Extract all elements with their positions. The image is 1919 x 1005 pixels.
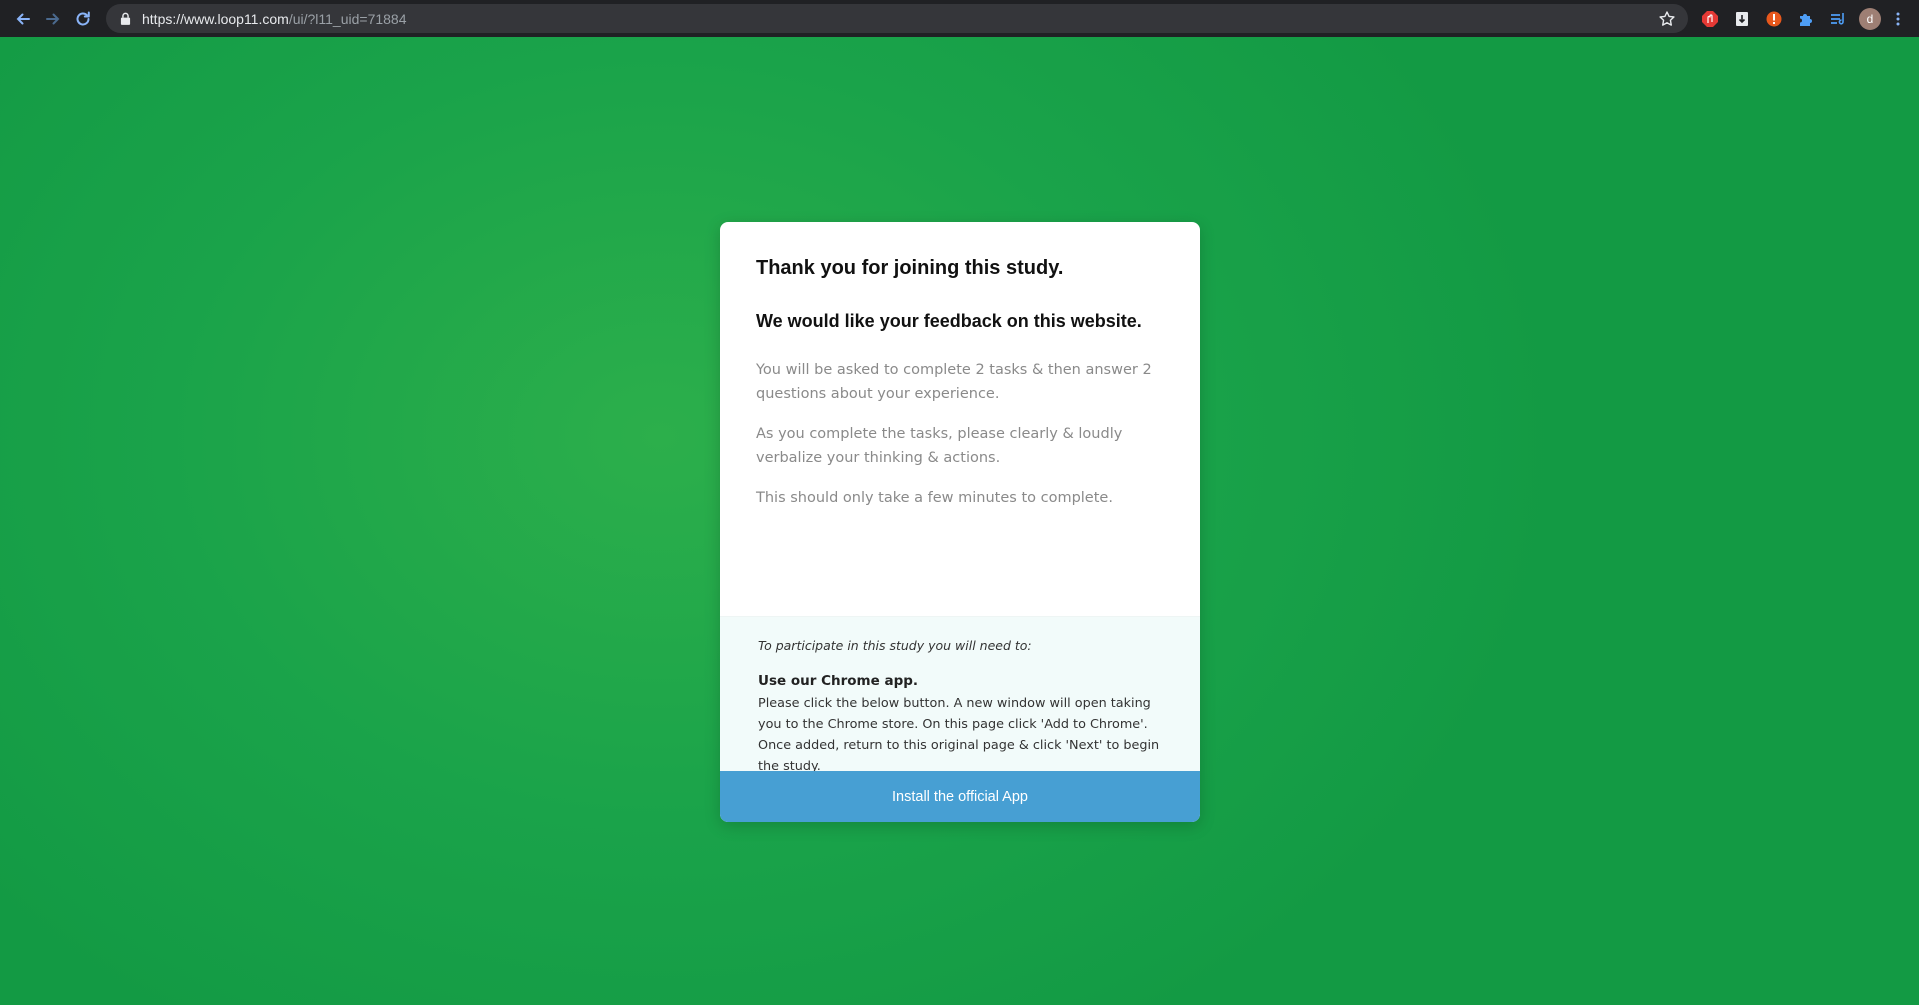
- back-button[interactable]: [8, 4, 38, 34]
- reload-icon: [76, 11, 90, 25]
- requirements-title: Use our Chrome app.: [758, 673, 919, 689]
- more-vert-icon: [1896, 12, 1900, 25]
- address-bar[interactable]: https://www.loop11.com/ui/?l11_uid=71884: [106, 4, 1688, 33]
- instruction-paragraph: This should only take a few minutes to c…: [756, 490, 1113, 506]
- menu-button[interactable]: [1886, 3, 1910, 35]
- reload-button[interactable]: [68, 4, 98, 34]
- url-path: /ui/?l11_uid=71884: [288, 10, 407, 27]
- arrow-left-icon: [16, 13, 30, 24]
- profile-button[interactable]: d: [1854, 3, 1886, 35]
- url-text: https://www.loop11.com/ui/?l11_uid=71884: [142, 11, 407, 27]
- instruction-paragraph: You will be asked to complete 2 tasks & …: [756, 362, 1152, 402]
- arrow-right-icon: [46, 13, 60, 24]
- adblock-extension-icon[interactable]: [1694, 3, 1726, 35]
- page-subtitle: We would like your feedback on this webs…: [756, 311, 1142, 331]
- instruction-paragraph: As you complete the tasks, please clearl…: [756, 426, 1123, 466]
- requirements-text: Please click the below button. A new win…: [758, 696, 1160, 774]
- study-welcome-card: Thank you for joining this study. We wou…: [720, 222, 1200, 822]
- forward-button[interactable]: [38, 4, 68, 34]
- bookmark-extension-icon[interactable]: [1726, 3, 1758, 35]
- install-app-button[interactable]: Install the official App: [720, 771, 1200, 822]
- requirements-panel: To participate in this study you will ne…: [720, 616, 1200, 774]
- card-intro: Thank you for joining this study. We wou…: [720, 222, 1200, 616]
- requirements-intro: To participate in this study you will ne…: [758, 638, 1032, 653]
- alert-extension-icon[interactable]: [1758, 3, 1790, 35]
- reading-list-icon[interactable]: [1822, 3, 1854, 35]
- url-host: https://www.loop11.com: [142, 10, 289, 27]
- page-title: Thank you for joining this study.: [756, 257, 1064, 279]
- puzzle-extensions-icon[interactable]: [1790, 3, 1822, 35]
- page-background: Thank you for joining this study. We wou…: [0, 37, 1919, 1005]
- extensions-area: d: [1694, 0, 1910, 37]
- avatar: d: [1859, 7, 1881, 30]
- browser-toolbar: https://www.loop11.com/ui/?l11_uid=71884: [0, 0, 1919, 37]
- star-icon[interactable]: [1658, 10, 1676, 28]
- lock-icon[interactable]: [120, 12, 132, 26]
